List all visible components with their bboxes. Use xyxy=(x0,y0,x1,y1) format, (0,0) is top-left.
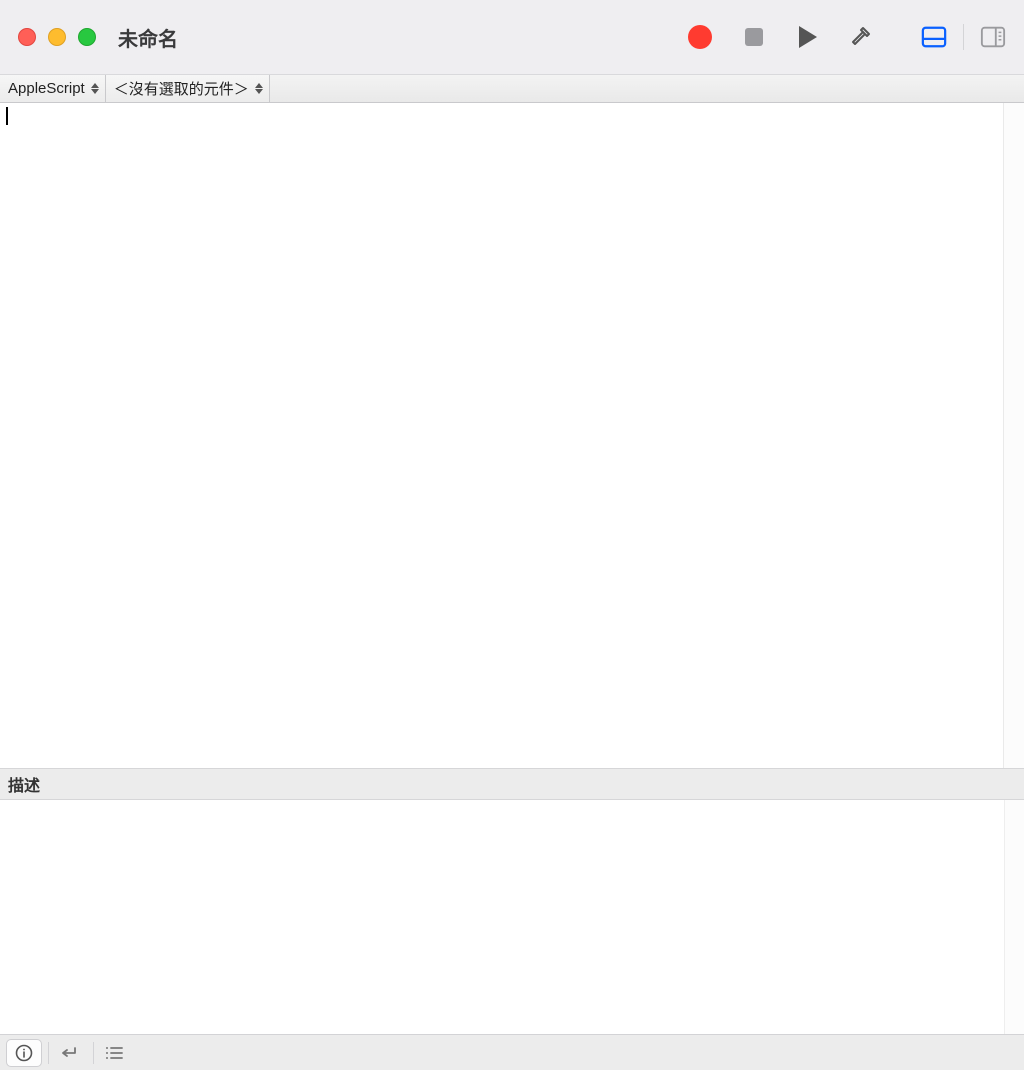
description-pane xyxy=(0,800,1024,1034)
updown-icon xyxy=(255,83,263,94)
play-icon xyxy=(799,26,817,48)
info-icon xyxy=(15,1044,33,1062)
run-button[interactable] xyxy=(795,24,821,50)
toolbar-separator xyxy=(963,24,964,50)
log-list-button[interactable] xyxy=(96,1039,132,1067)
hammer-icon xyxy=(849,24,875,50)
language-label: AppleScript xyxy=(8,80,85,97)
navigation-bar: AppleScript ＜沒有選取的元件＞ xyxy=(0,75,1024,103)
close-window-button[interactable] xyxy=(18,28,36,46)
compile-button[interactable] xyxy=(849,24,875,50)
status-separator xyxy=(93,1042,94,1064)
result-pane-button[interactable] xyxy=(51,1039,87,1067)
window-controls xyxy=(18,28,96,46)
description-title: 描述 xyxy=(8,772,40,796)
titlebar: 未命名 xyxy=(0,0,1024,75)
stop-button[interactable] xyxy=(741,24,767,50)
description-text[interactable] xyxy=(0,800,1004,1034)
show-log-button[interactable] xyxy=(921,24,947,50)
bundle-info-button[interactable] xyxy=(6,1039,42,1067)
text-cursor xyxy=(6,107,8,125)
editor-scrollbar[interactable] xyxy=(1004,103,1024,768)
record-button[interactable] xyxy=(687,24,713,50)
element-selector[interactable]: ＜沒有選取的元件＞ xyxy=(106,75,270,102)
script-editor[interactable] xyxy=(0,103,1004,768)
tray-icon xyxy=(921,25,947,49)
element-label: ＜沒有選取的元件＞ xyxy=(114,78,249,99)
stop-icon xyxy=(745,28,763,46)
sidebar-icon xyxy=(980,25,1006,49)
script-editor-window: 未命名 xyxy=(0,0,1024,1070)
editor-pane xyxy=(0,103,1024,768)
record-icon xyxy=(688,25,712,49)
status-bar xyxy=(0,1034,1024,1070)
view-controls xyxy=(921,24,1006,50)
status-separator xyxy=(48,1042,49,1064)
return-icon xyxy=(59,1045,79,1061)
description-header: 描述 xyxy=(0,768,1024,800)
minimize-window-button[interactable] xyxy=(48,28,66,46)
language-selector[interactable]: AppleScript xyxy=(0,75,106,102)
list-icon xyxy=(104,1045,124,1061)
zoom-window-button[interactable] xyxy=(78,28,96,46)
description-scrollbar[interactable] xyxy=(1004,800,1024,1034)
toolbar xyxy=(687,24,1006,50)
window-title: 未命名 xyxy=(118,23,178,52)
toggle-sidebar-button[interactable] xyxy=(980,24,1006,50)
updown-icon xyxy=(91,83,99,94)
